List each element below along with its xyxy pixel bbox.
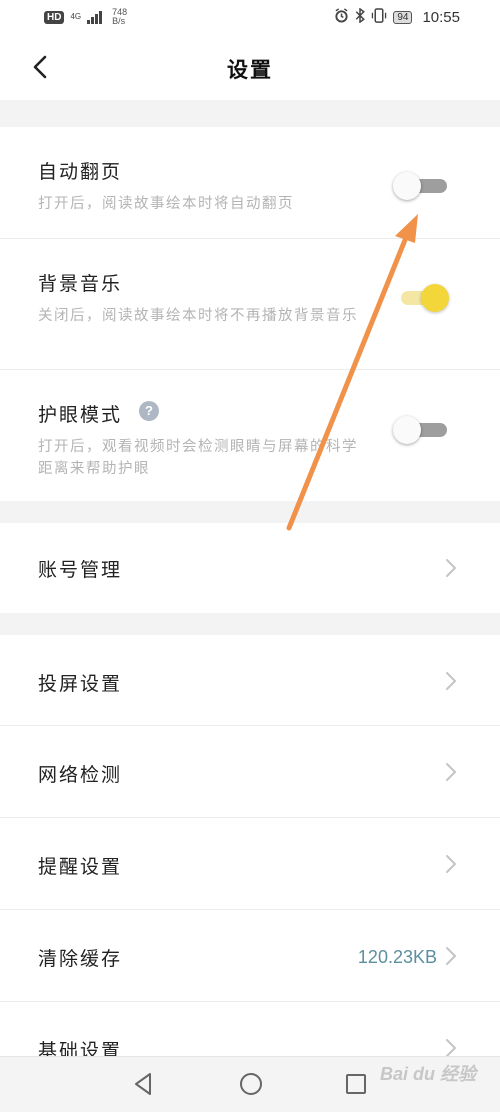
toggle-settings-card: 自动翻页 打开后，阅读故事绘本时将自动翻页 背景音乐 关闭后，阅读故事绘本时将不… bbox=[0, 127, 500, 501]
status-left: HD 4G 748 B/s bbox=[44, 8, 127, 26]
setting-label: 背景音乐 bbox=[38, 273, 123, 295]
page-title: 设置 bbox=[227, 58, 273, 82]
nav-recents-icon[interactable] bbox=[344, 1071, 368, 1097]
setting-label: 自动翻页 bbox=[38, 161, 123, 183]
status-bar: HD 4G 748 B/s 94 10:55 bbox=[0, 0, 500, 36]
cache-size-value: 120.23KB bbox=[357, 947, 437, 967]
chevron-right-icon bbox=[446, 1039, 457, 1056]
status-right: 94 10:55 bbox=[334, 7, 460, 26]
network-type: 4G bbox=[70, 12, 82, 21]
bluetooth-icon bbox=[355, 7, 366, 26]
auto-page-turn-toggle[interactable] bbox=[393, 171, 449, 201]
menu-item-label: 账号管理 bbox=[38, 559, 123, 581]
setting-auto-page-turn: 自动翻页 打开后，阅读故事绘本时将自动翻页 bbox=[0, 127, 500, 239]
menu-item-label: 清除缓存 bbox=[38, 948, 123, 970]
eye-protection-toggle[interactable] bbox=[393, 415, 449, 445]
chevron-right-icon bbox=[446, 763, 457, 781]
setting-description: 关闭后，阅读故事绘本时将不再播放背景音乐 bbox=[38, 308, 358, 324]
status-time: 10:55 bbox=[422, 8, 460, 26]
chevron-right-icon bbox=[446, 855, 457, 873]
nav-back-icon[interactable] bbox=[132, 1071, 154, 1097]
account-card: 账号管理 bbox=[0, 523, 500, 613]
background-music-toggle[interactable] bbox=[393, 283, 449, 313]
chevron-right-icon bbox=[446, 672, 457, 690]
chevron-right-icon bbox=[446, 559, 457, 577]
network-speed-unit: B/s bbox=[112, 16, 126, 26]
menu-item-basic-settings[interactable]: 基础设置 bbox=[0, 1002, 500, 1056]
menu-item-label: 基础设置 bbox=[38, 1040, 123, 1056]
menu-item-label: 提醒设置 bbox=[38, 856, 123, 878]
menu-item-network-check[interactable]: 网络检测 bbox=[0, 726, 500, 818]
network-speed: 748 B/s bbox=[112, 8, 127, 26]
alarm-icon bbox=[334, 8, 349, 26]
setting-label: 护眼模式 bbox=[38, 404, 123, 426]
menu-item-account[interactable]: 账号管理 bbox=[0, 523, 500, 613]
setting-background-music: 背景音乐 关闭后，阅读故事绘本时将不再播放背景音乐 bbox=[0, 239, 500, 370]
menu-item-reminder[interactable]: 提醒设置 bbox=[0, 818, 500, 910]
battery-level: 94 bbox=[397, 11, 409, 23]
menu-item-label: 投屏设置 bbox=[38, 673, 123, 695]
battery-icon: 94 bbox=[393, 10, 413, 24]
help-icon[interactable]: ? bbox=[139, 401, 159, 421]
setting-eye-protection: 护眼模式 ? 打开后，观看视频时会检测眼睛与屏幕的科学距离来帮助护眼 bbox=[0, 370, 500, 501]
watermark-logo: Bai du 经验 bbox=[380, 1064, 477, 1084]
chevron-right-icon bbox=[446, 947, 457, 965]
vibrate-icon bbox=[371, 8, 387, 26]
hd-badge: HD bbox=[44, 10, 65, 24]
menu-item-cast[interactable]: 投屏设置 bbox=[0, 635, 500, 726]
menu-item-clear-cache[interactable]: 清除缓存 120.23KB bbox=[0, 910, 500, 1002]
nav-home-icon[interactable] bbox=[238, 1071, 264, 1097]
signal-icon bbox=[87, 10, 103, 24]
menu-item-label: 网络检测 bbox=[38, 764, 123, 786]
app-header: 设置 bbox=[0, 36, 500, 100]
setting-description: 打开后，观看视频时会检测眼睛与屏幕的科学距离来帮助护眼 bbox=[38, 439, 358, 477]
setting-description: 打开后，阅读故事绘本时将自动翻页 bbox=[38, 196, 294, 212]
menu-card: 投屏设置 网络检测 提醒设置 清除缓存 120.23KB 基础设置 bbox=[0, 635, 500, 1056]
